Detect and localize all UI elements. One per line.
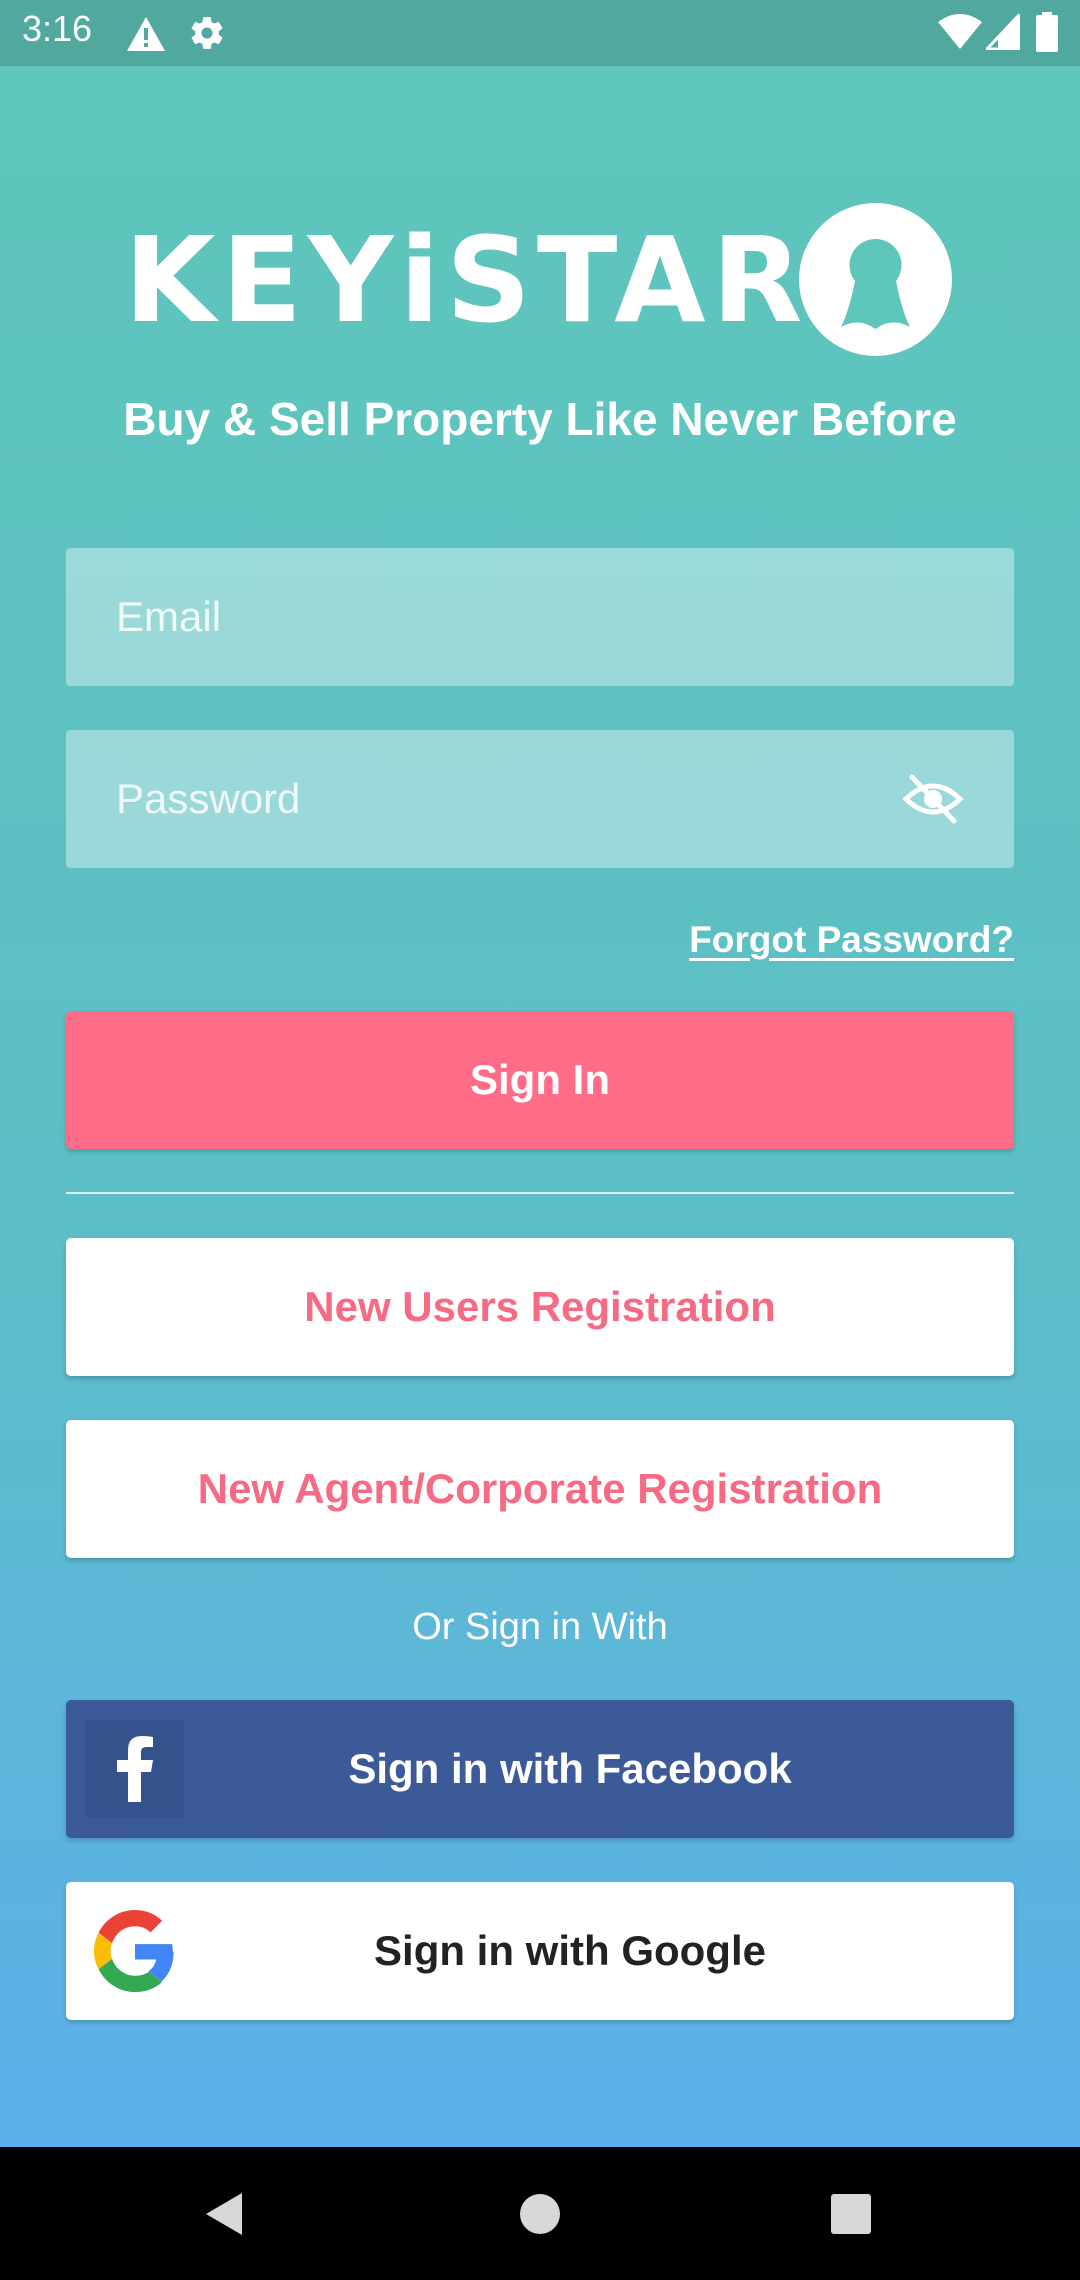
warning-icon <box>127 17 165 51</box>
brand-logo: KEYiSTAR <box>124 190 952 370</box>
signal-icon <box>986 14 1020 50</box>
new-users-registration-button[interactable]: New Users Registration <box>66 1238 1014 1376</box>
google-button-label: Sign in with Google <box>374 1927 766 1974</box>
keyhole-logo-icon <box>799 203 952 356</box>
status-time: 3:16 <box>22 8 93 49</box>
email-field-container <box>66 548 1014 686</box>
settings-icon <box>191 17 223 49</box>
email-input[interactable] <box>116 548 876 686</box>
tagline: Buy & Sell Property Like Never Before <box>123 393 957 445</box>
battery-icon <box>1036 12 1058 52</box>
wifi-icon <box>938 14 982 49</box>
logo-text: KEYiSTAR <box>124 211 809 349</box>
facebook-button-label: Sign in with Facebook <box>348 1745 792 1792</box>
navigation-bar <box>0 2147 1080 2280</box>
password-field-container <box>66 730 1014 868</box>
new-agent-registration-button[interactable]: New Agent/Corporate Registration <box>66 1420 1014 1558</box>
sign-in-button[interactable]: Sign In <box>66 1011 1014 1149</box>
forgot-password-link[interactable]: Forgot Password? <box>689 919 1014 961</box>
or-sign-in-with-label: Or Sign in With <box>412 1606 668 1648</box>
screen: 3:16 KEYiSTAR Buy & Sell Property Like N… <box>0 0 1080 2280</box>
status-bar: 3:16 <box>0 0 1080 66</box>
recents-icon[interactable] <box>826 2189 876 2239</box>
facebook-icon <box>86 1720 184 1818</box>
visibility-off-icon[interactable] <box>902 773 964 825</box>
facebook-sign-in-button[interactable]: Sign in with Facebook <box>66 1700 1014 1838</box>
google-sign-in-button[interactable]: Sign in with Google <box>66 1882 1014 2020</box>
home-icon[interactable] <box>515 2189 565 2239</box>
divider <box>66 1192 1014 1194</box>
login-panel: KEYiSTAR Buy & Sell Property Like Never … <box>0 66 1080 2147</box>
back-icon[interactable] <box>200 2189 250 2239</box>
password-input[interactable] <box>116 730 876 868</box>
google-icon <box>86 1902 184 2000</box>
